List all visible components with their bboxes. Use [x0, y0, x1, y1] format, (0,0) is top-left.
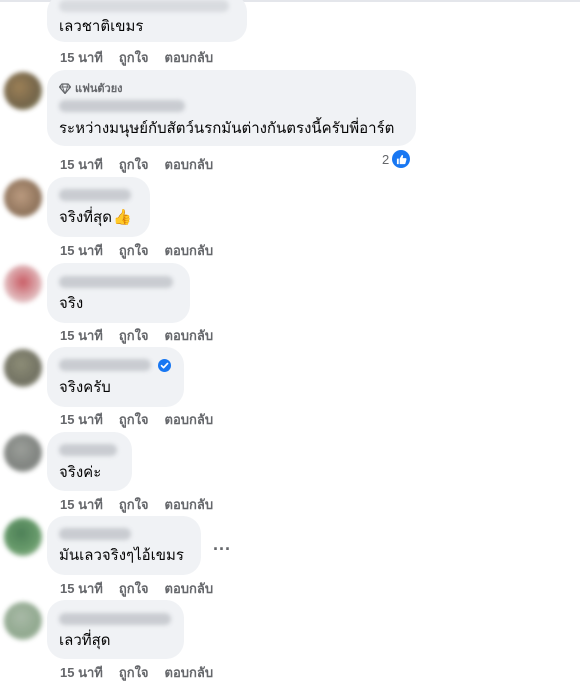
reply-button[interactable]: ตอบกลับ	[165, 47, 214, 68]
comment-text: จริง	[59, 295, 84, 312]
avatar[interactable]	[4, 179, 42, 217]
comment-text: จริงที่สุด👍	[59, 208, 132, 228]
comment-text: เลวที่สุด	[59, 632, 111, 649]
comment-time[interactable]: 15 นาที	[60, 409, 103, 430]
comment-time[interactable]: 15 นาที	[60, 154, 103, 175]
thumbs-up-emoji: 👍	[112, 209, 132, 226]
avatar[interactable]	[4, 72, 42, 110]
reply-button[interactable]: ตอบกลับ	[165, 409, 214, 430]
like-button[interactable]: ถูกใจ	[119, 47, 149, 68]
avatar[interactable]	[4, 349, 42, 387]
comment-time[interactable]: 15 นาที	[60, 240, 103, 261]
reply-button[interactable]: ตอบกลับ	[165, 494, 214, 515]
commenter-name-blurred[interactable]	[59, 444, 117, 456]
avatar[interactable]	[4, 434, 42, 472]
comment-time[interactable]: 15 นาที	[60, 325, 103, 346]
comment-actions: 15 นาที ถูกใจ ตอบกลับ	[60, 662, 213, 683]
like-reaction-icon	[392, 150, 411, 168]
reply-button[interactable]: ตอบกลับ	[165, 325, 214, 346]
comment-actions: 15 นาที ถูกใจ ตอบกลับ	[60, 578, 213, 599]
avatar[interactable]	[4, 265, 42, 303]
avatar[interactable]	[4, 602, 42, 640]
comment-time[interactable]: 15 นาที	[60, 47, 103, 68]
avatar[interactable]	[4, 518, 42, 556]
comment-bubble: มันเลวจริงๆไอ้เขมร	[47, 516, 201, 575]
badge-label: แฟนตัวยง	[75, 83, 123, 95]
like-button[interactable]: ถูกใจ	[119, 578, 149, 599]
like-button[interactable]: ถูกใจ	[119, 409, 149, 430]
like-button[interactable]: ถูกใจ	[119, 662, 149, 683]
commenter-name-blurred[interactable]	[59, 0, 229, 12]
like-button[interactable]: ถูกใจ	[119, 154, 149, 175]
reply-button[interactable]: ตอบกลับ	[165, 240, 214, 261]
comment-actions: 15 นาที ถูกใจ ตอบกลับ	[60, 409, 213, 430]
reaction-summary[interactable]: 2	[382, 150, 411, 168]
reply-button[interactable]: ตอบกลับ	[165, 578, 214, 599]
commenter-name-blurred[interactable]	[59, 528, 131, 540]
comment-actions: 15 นาที ถูกใจ ตอบกลับ	[60, 494, 213, 515]
comment-time[interactable]: 15 นาที	[60, 578, 103, 599]
commenter-name-blurred[interactable]	[59, 100, 185, 112]
comment-actions: 15 นาที ถูกใจ ตอบกลับ	[60, 325, 213, 346]
commenter-name-blurred[interactable]	[59, 189, 131, 201]
commenter-name-blurred[interactable]	[59, 359, 151, 371]
comment-text-content: จริงที่สุด	[59, 209, 112, 226]
like-button[interactable]: ถูกใจ	[119, 240, 149, 261]
diamond-icon	[59, 82, 71, 94]
comment-bubble: เลวที่สุด	[47, 600, 184, 659]
comment-bubble: แฟนตัวยง ระหว่างมนุษย์กับสัตว์นรกมันต่าง…	[47, 70, 416, 146]
comment-bubble: จริงที่สุด👍	[47, 177, 150, 237]
like-button[interactable]: ถูกใจ	[119, 325, 149, 346]
commenter-name-blurred[interactable]	[59, 276, 173, 288]
top-fan-badge: แฟนตัวยง	[59, 79, 123, 97]
comment-text: ระหว่างมนุษย์กับสัตว์นรกมันต่างกันตรงนี้…	[59, 120, 395, 137]
comment-bubble: จริง	[47, 263, 190, 323]
comment-actions: 15 นาที ถูกใจ ตอบกลับ	[60, 154, 213, 175]
comment-bubble: จริงครับ	[47, 347, 184, 407]
comment-bubble: เลวชาติเขมร	[47, 0, 247, 42]
commenter-name-blurred[interactable]	[59, 613, 171, 625]
verified-badge-icon	[158, 359, 171, 372]
comment-actions: 15 นาที ถูกใจ ตอบกลับ	[60, 240, 213, 261]
comment-text: มันเลวจริงๆไอ้เขมร	[59, 547, 184, 564]
comment-time[interactable]: 15 นาที	[60, 662, 103, 683]
more-options-button[interactable]: ...	[213, 534, 231, 555]
comment-text: จริงค่ะ	[59, 464, 102, 481]
like-button[interactable]: ถูกใจ	[119, 494, 149, 515]
reply-button[interactable]: ตอบกลับ	[165, 662, 214, 683]
comment-text: จริงครับ	[59, 379, 111, 396]
comment-actions: 15 นาที ถูกใจ ตอบกลับ	[60, 47, 213, 68]
comment-time[interactable]: 15 นาที	[60, 494, 103, 515]
reply-button[interactable]: ตอบกลับ	[165, 154, 214, 175]
comment-bubble: จริงค่ะ	[47, 432, 132, 491]
comment-text: เลวชาติเขมร	[59, 18, 144, 35]
reaction-count: 2	[382, 151, 390, 167]
